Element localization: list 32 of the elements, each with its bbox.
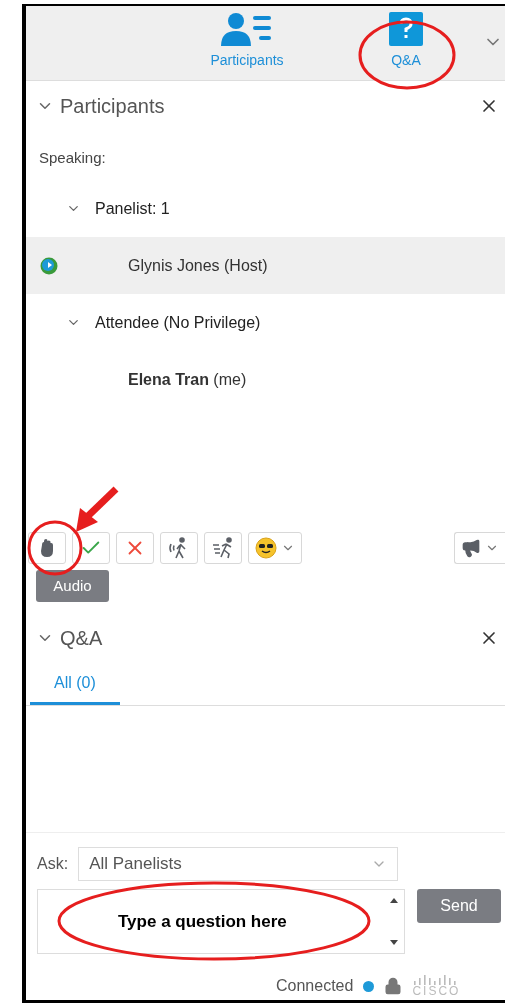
send-button[interactable]: Send — [417, 889, 501, 923]
annotation-circle — [26, 519, 84, 577]
status-text: Connected — [276, 976, 354, 996]
group-label: Panelist: 1 — [95, 198, 170, 219]
scroll-up-icon[interactable] — [390, 898, 398, 903]
question-field[interactable]: Type a question here — [37, 889, 405, 954]
people-list-icon — [221, 12, 273, 46]
lock-icon — [384, 977, 403, 995]
group-label: Attendee (No Privilege) — [95, 312, 261, 333]
qa-tab[interactable]: All (0) — [30, 663, 120, 705]
tooltip: Audio — [36, 570, 109, 602]
toolbar-button[interactable] — [160, 532, 198, 564]
section-title: Participants — [60, 94, 165, 119]
toolbar-button[interactable] — [454, 532, 505, 564]
recipient-dropdown[interactable]: All Panelists — [78, 847, 399, 881]
speaking-label: Speaking: — [39, 148, 107, 168]
scroll-down-icon[interactable] — [390, 940, 398, 945]
participant-row[interactable]: Glynis Jones (Host) — [26, 237, 505, 294]
logo-text: CISCO — [412, 985, 461, 997]
sunglasses-emoji-icon — [255, 537, 277, 559]
participant-name: Elena Tran (me) — [128, 369, 247, 390]
toolbar-button[interactable] — [28, 532, 66, 564]
megaphone-icon — [461, 538, 481, 558]
question-icon — [389, 12, 423, 46]
section-title: Q&A — [60, 626, 103, 651]
running-person-icon — [211, 537, 235, 559]
ask-label: Ask: — [37, 854, 69, 874]
raised-hand-icon — [40, 539, 54, 557]
toolbar-button[interactable] — [248, 532, 302, 564]
participant-row[interactable]: Elena Tran (me) — [26, 351, 505, 408]
toolbar-button[interactable] — [204, 532, 242, 564]
participant-name: Glynis Jones (Host) — [128, 255, 268, 276]
